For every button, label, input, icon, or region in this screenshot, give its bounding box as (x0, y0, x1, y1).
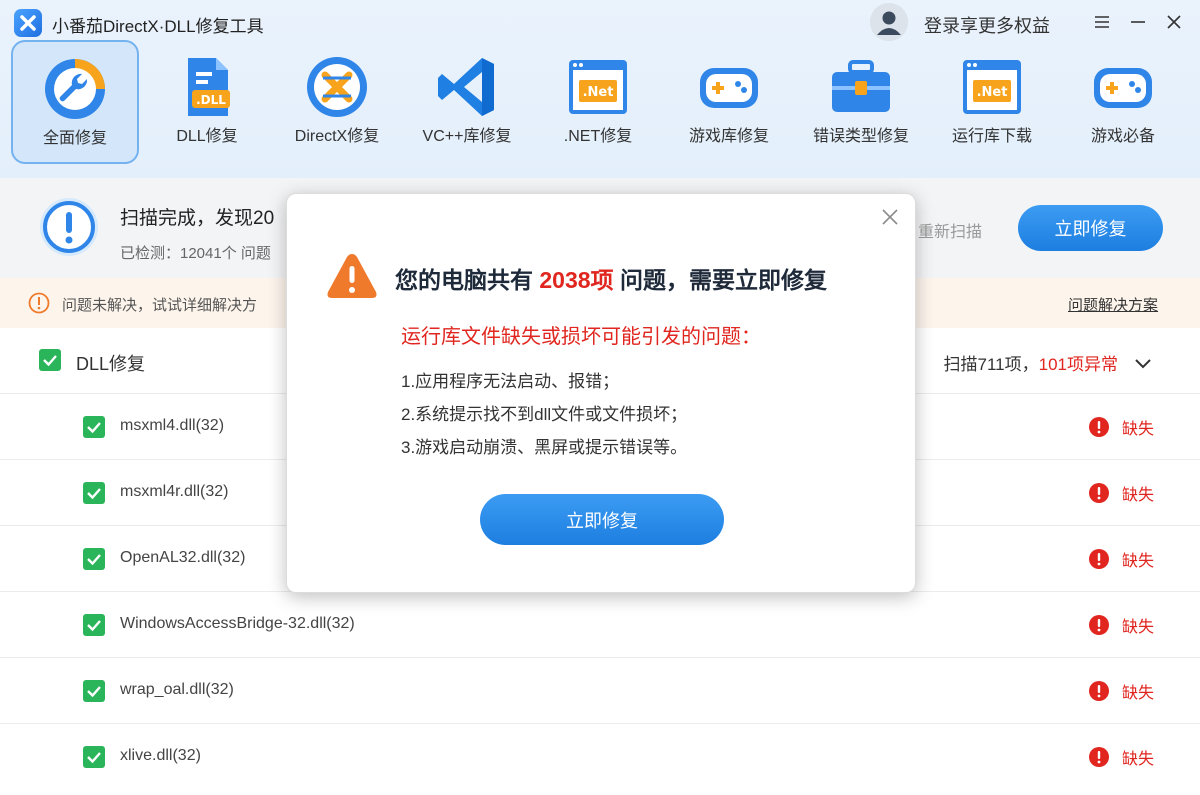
stats-errors: 101项异常 (1038, 355, 1118, 374)
toolbox-icon (828, 54, 894, 120)
group-checkbox[interactable] (39, 349, 61, 371)
menu-icon[interactable] (1088, 8, 1116, 36)
vscode-icon (434, 54, 500, 120)
close-icon[interactable] (879, 206, 901, 228)
svg-text:.DLL: .DLL (196, 93, 226, 107)
tool-game-lib-repair[interactable]: 游戏库修复 (665, 40, 793, 164)
dialog-title-suffix: 问题，需要立即修复 (613, 267, 827, 293)
chevron-down-icon[interactable] (1132, 352, 1154, 374)
scan-subtitle: 已检测：12041个 问题 (120, 245, 271, 262)
directx-icon (304, 54, 370, 120)
minimize-icon[interactable] (1124, 8, 1152, 36)
tool-label: DirectX修复 (294, 128, 380, 145)
status-text: 缺失 (1122, 685, 1155, 702)
dotnet-window-icon: .Net (959, 54, 1025, 120)
dll-file-icon: .DLL (174, 54, 240, 120)
avatar[interactable] (870, 3, 908, 41)
dialog-list-item: 1.应用程序无法启动、报错； (401, 372, 620, 391)
group-stats: 扫描711项，101项异常 (944, 350, 1118, 375)
row-checkbox[interactable] (83, 416, 105, 438)
svg-text:.Net: .Net (977, 85, 1008, 100)
dialog-issue-count: 2038项 (539, 267, 614, 293)
repair-dialog: 您的电脑共有 2038项 问题，需要立即修复 运行库文件缺失或损坏可能引发的问题… (286, 193, 916, 593)
tool-runtime-download[interactable]: .Net 运行库下载 (928, 40, 1056, 164)
rescan-button[interactable]: 重新扫描 (918, 218, 982, 242)
tool-label: VC++库修复 (422, 128, 512, 145)
row-checkbox[interactable] (83, 614, 105, 636)
status-text: 缺失 (1122, 619, 1155, 636)
table-row: xlive.dll(32) 缺失 (0, 724, 1200, 790)
tool-dotnet-repair[interactable]: .Net .NET修复 (534, 40, 662, 164)
status-badge: 缺失 (1088, 679, 1154, 703)
tool-label: 运行库下载 (951, 128, 1032, 145)
dll-name: msxml4r.dll(32) (120, 483, 229, 500)
top-header: 小番茄DirectX·DLL修复工具 登录享更多权益 全面修复 .DLL DLL… (0, 0, 1200, 178)
stats-scanned: 扫描711项， (943, 355, 1039, 374)
error-icon (1088, 548, 1110, 570)
app-logo-icon (14, 9, 42, 37)
tool-full-repair[interactable]: 全面修复 (11, 40, 139, 164)
tool-label: DLL修复 (176, 128, 238, 145)
gamepad-icon (1090, 54, 1156, 120)
close-icon[interactable] (1160, 8, 1188, 36)
toolbar: 全面修复 .DLL DLL修复 DirectX修复 VC++库修复 .Net .… (0, 40, 1200, 166)
status-text: 缺失 (1122, 487, 1155, 504)
status-badge: 缺失 (1088, 415, 1154, 439)
table-row: WindowsAccessBridge-32.dll(32) 缺失 (0, 592, 1200, 658)
table-row: wrap_oal.dll(32) 缺失 (0, 658, 1200, 724)
notice-text: 问题未解决，试试详细解决方 (62, 297, 258, 314)
tool-vcpp-repair[interactable]: VC++库修复 (403, 40, 531, 164)
status-badge: 缺失 (1088, 547, 1154, 571)
dll-name: wrap_oal.dll(32) (120, 681, 234, 698)
error-icon (1088, 746, 1110, 768)
title-bar: 小番茄DirectX·DLL修复工具 登录享更多权益 (0, 0, 1200, 44)
fix-now-button[interactable]: 立即修复 (1018, 205, 1163, 251)
dialog-subtitle: 运行库文件缺失或损坏可能引发的问题： (401, 326, 761, 348)
tool-directx-repair[interactable]: DirectX修复 (273, 40, 401, 164)
dll-name: WindowsAccessBridge-32.dll(32) (120, 615, 355, 632)
status-badge: 缺失 (1088, 613, 1154, 637)
svg-text:.Net: .Net (583, 85, 614, 100)
tool-label: 错误类型修复 (812, 128, 909, 145)
tool-label: 游戏必备 (1090, 128, 1155, 145)
dll-name: xlive.dll(32) (120, 747, 201, 764)
info-icon (38, 196, 100, 258)
error-icon (1088, 614, 1110, 636)
dialog-title-prefix: 您的电脑共有 (395, 267, 540, 293)
login-link[interactable]: 登录享更多权益 (924, 12, 1050, 38)
status-badge: 缺失 (1088, 745, 1154, 769)
app-title: 小番茄DirectX·DLL修复工具 (52, 17, 264, 36)
warning-triangle-icon (325, 251, 379, 301)
tool-error-type-repair[interactable]: 错误类型修复 (797, 40, 925, 164)
dll-name: OpenAL32.dll(32) (120, 549, 246, 566)
error-icon (1088, 482, 1110, 504)
row-checkbox[interactable] (83, 680, 105, 702)
tool-label: 全面修复 (42, 130, 107, 147)
dialog-title: 您的电脑共有 2038项 问题，需要立即修复 (395, 261, 827, 295)
tool-label: .NET修复 (563, 128, 633, 145)
gamepad-icon (696, 54, 762, 120)
status-text: 缺失 (1122, 751, 1155, 768)
tool-label: 游戏库修复 (688, 128, 769, 145)
row-checkbox[interactable] (83, 482, 105, 504)
status-text: 缺失 (1122, 553, 1155, 570)
tool-dll-repair[interactable]: .DLL DLL修复 (143, 40, 271, 164)
row-checkbox[interactable] (83, 746, 105, 768)
status-text: 缺失 (1122, 421, 1155, 438)
dotnet-window-icon: .Net (565, 54, 631, 120)
dialog-list-item: 2.系统提示找不到dll文件或文件损坏； (401, 405, 688, 424)
group-label: DLL修复 (76, 354, 146, 374)
dialog-fix-now-button[interactable]: 立即修复 (480, 494, 724, 545)
warning-circle-icon (28, 292, 50, 314)
scan-title: 扫描完成，发现20 (120, 208, 275, 229)
dll-name: msxml4.dll(32) (120, 417, 225, 434)
wrench-icon (42, 56, 108, 122)
dialog-list-item: 3.游戏启动崩溃、黑屏或提示错误等。 (401, 438, 688, 457)
solution-link[interactable]: 问题解决方案 (1068, 294, 1158, 315)
status-badge: 缺失 (1088, 481, 1154, 505)
error-icon (1088, 416, 1110, 438)
error-icon (1088, 680, 1110, 702)
row-checkbox[interactable] (83, 548, 105, 570)
tool-game-essentials[interactable]: 游戏必备 (1059, 40, 1187, 164)
